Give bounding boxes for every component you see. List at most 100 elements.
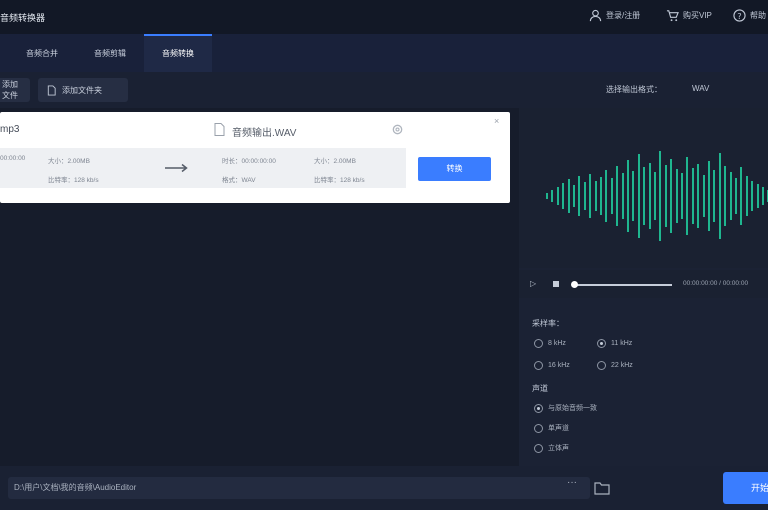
output-bitrate: 比特率：128 kb/s: [314, 177, 365, 184]
add-folder-label: 添加文件夹: [62, 85, 102, 95]
wave-bar: [610, 178, 613, 214]
radio-label: 立体声: [548, 445, 569, 452]
add-file-label: 添加文件: [2, 80, 18, 100]
wave-bar: [762, 187, 764, 205]
radio-samplerate-8k[interactable]: 8 kHz: [534, 339, 566, 348]
wave-bar: [605, 170, 608, 222]
wave-bar: [567, 179, 570, 213]
output-format: 格式：WAV: [222, 177, 256, 184]
app-title: 音频转换器: [0, 13, 46, 23]
wave-bar: [594, 181, 597, 211]
output-file-name: 音频输出.WAV: [232, 128, 297, 139]
settings-panel: [519, 306, 768, 466]
wave-bar: [740, 167, 743, 225]
wave-bar: [751, 181, 754, 211]
wave-bar: [724, 166, 727, 226]
source-bitrate: 比特率：128 kb/s: [48, 177, 99, 184]
wave-bar: [718, 153, 721, 239]
help-label: 帮助: [750, 11, 766, 20]
radio-label: 与原始音频一致: [548, 405, 597, 412]
wave-bar: [637, 154, 640, 238]
wave-bar: [745, 176, 748, 216]
wave-bar: [654, 172, 656, 220]
waveform: [519, 108, 768, 268]
wave-bar: [578, 176, 581, 216]
close-card-button[interactable]: ×: [494, 116, 499, 126]
wave-bar: [556, 187, 559, 205]
wave-bar: [691, 168, 694, 224]
svg-text:?: ?: [737, 11, 741, 21]
login-button[interactable]: 登录/注册: [589, 9, 640, 22]
wave-bar: [632, 171, 635, 221]
tab-audio-cut[interactable]: 音频剪辑: [80, 34, 140, 72]
folder-icon[interactable]: [594, 481, 610, 495]
radio-label: 单声道: [548, 425, 569, 432]
file-icon: [47, 84, 56, 96]
wave-bar: [546, 193, 548, 199]
wave-bar: [708, 161, 710, 231]
help-button[interactable]: ? 帮助: [733, 9, 766, 22]
gear-icon[interactable]: [391, 123, 404, 136]
radio-dot: [597, 339, 606, 348]
wave-bar: [583, 182, 586, 210]
radio-channel-stereo[interactable]: 立体声: [534, 443, 569, 453]
wave-bar: [589, 174, 592, 218]
radio-channel-mono[interactable]: 单声道: [534, 423, 569, 433]
file-name: mp3: [0, 124, 20, 135]
wave-bar: [675, 169, 678, 223]
buy-vip-label: 购买VIP: [683, 11, 712, 20]
arrow-right-icon: [165, 163, 188, 173]
add-folder-button[interactable]: 添加文件夹: [38, 78, 128, 102]
title-bar: 音频转换器 登录/注册 购买VIP ? 帮助: [0, 0, 768, 34]
more-button[interactable]: ···: [567, 477, 577, 488]
source-duration: 00:00:00: [0, 155, 26, 162]
output-format-label: 选择输出格式：: [606, 85, 662, 94]
radio-dot: [534, 339, 543, 348]
channel-title: 声道: [532, 384, 548, 393]
tab-audio-convert[interactable]: 音频转换: [144, 34, 212, 72]
wave-bar: [551, 190, 554, 202]
wave-bar: [670, 159, 673, 233]
seek-handle[interactable]: [571, 281, 578, 288]
convert-button[interactable]: 转换: [418, 157, 491, 181]
source-size: 大小：2.00MB: [48, 158, 90, 165]
radio-dot: [597, 361, 606, 370]
wave-bar: [697, 164, 700, 228]
tab-audio-merge[interactable]: 音频合并: [12, 34, 72, 72]
output-size: 大小：2.00MB: [314, 158, 356, 165]
cart-icon: [666, 10, 679, 22]
start-button[interactable]: 开始: [723, 472, 768, 504]
radio-label: 8 kHz: [548, 340, 566, 347]
help-icon: ?: [733, 9, 746, 22]
samplerate-title: 采样率：: [532, 319, 564, 328]
wave-bar: [643, 167, 646, 225]
add-file-button[interactable]: 添加文件: [0, 78, 30, 102]
radio-samplerate-22k[interactable]: 22 kHz: [597, 361, 633, 370]
stop-icon[interactable]: [553, 281, 559, 287]
buy-vip-button[interactable]: 购买VIP: [666, 9, 712, 22]
radio-label: 22 kHz: [611, 362, 633, 369]
login-label: 登录/注册: [606, 11, 641, 20]
wave-bar: [621, 173, 624, 219]
wave-bar: [686, 157, 689, 235]
radio-dot: [534, 361, 543, 370]
wave-bar: [562, 183, 565, 209]
wave-bar: [664, 165, 667, 227]
radio-samplerate-16k[interactable]: 16 kHz: [534, 361, 570, 370]
wave-bar: [681, 173, 683, 219]
tab-bar: 音频合并 音频剪辑 音频转换: [0, 34, 768, 72]
radio-samplerate-11k[interactable]: 11 kHz: [597, 339, 632, 348]
play-icon[interactable]: ▷: [530, 279, 536, 288]
seek-bar[interactable]: [574, 284, 672, 286]
wave-bar: [600, 177, 602, 215]
wave-bar: [627, 160, 629, 232]
radio-channel-original[interactable]: 与原始音频一致: [534, 403, 597, 413]
user-icon: [589, 9, 602, 22]
output-format-select[interactable]: WAV: [692, 84, 709, 93]
wave-bar: [735, 178, 737, 214]
wave-bar: [713, 170, 716, 222]
wave-bar: [616, 166, 619, 226]
player-time: 00:00:00:00 / 00:00:00: [683, 280, 749, 287]
output-path-field[interactable]: D:\用户\文档\我的音频\AudioEditor: [8, 477, 590, 499]
radio-dot: [534, 443, 543, 453]
